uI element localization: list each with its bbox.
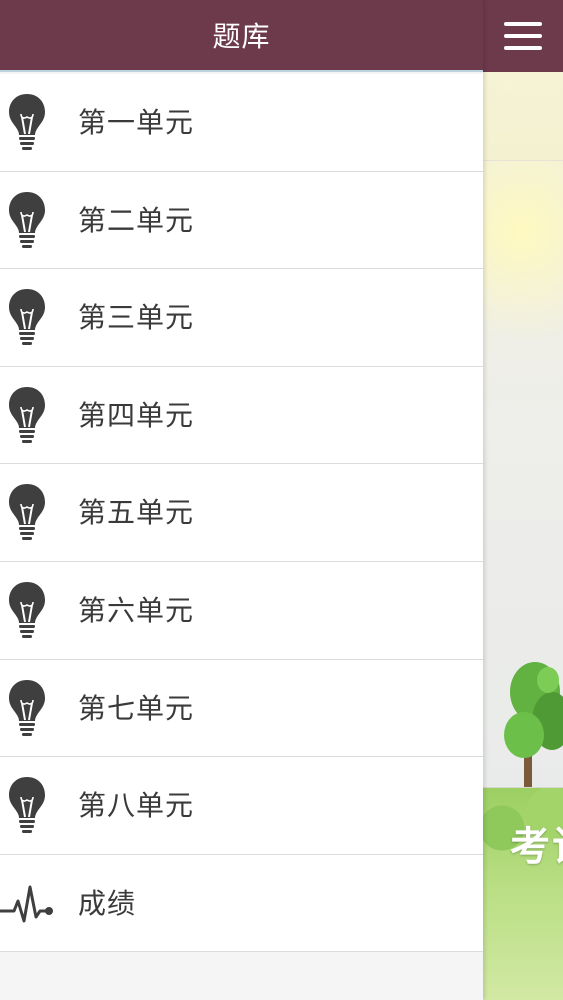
lightbulb-icon <box>6 92 48 152</box>
menu-item-label: 第四单元 <box>78 398 195 432</box>
lightbulb-icon <box>6 678 48 738</box>
menu-item-unit-2[interactable]: 第二单元 <box>0 171 483 270</box>
menu-item-scores[interactable]: 成绩 <box>0 854 483 953</box>
lightbulb-icon <box>6 385 48 445</box>
banner-caption: 考试 <box>510 824 563 870</box>
menu-item-label: 第八单元 <box>78 789 195 823</box>
menu-item-unit-7[interactable]: 第七单元 <box>0 659 483 758</box>
menu-item-unit-3[interactable]: 第三单元 <box>0 269 483 367</box>
lightbulb-icon <box>6 482 48 542</box>
banner-image[interactable]: 考试 <box>482 72 563 1000</box>
lightbulb-icon <box>6 775 48 835</box>
drawer-header: 题库 <box>0 0 483 72</box>
drawer-title: 题库 <box>212 20 271 53</box>
lightbulb-icon <box>6 287 48 347</box>
menu-item-unit-6[interactable]: 第六单元 <box>0 561 483 660</box>
hamburger-icon <box>504 22 542 50</box>
menu-item-unit-5[interactable]: 第五单元 <box>0 464 483 562</box>
menu-item-label: 第一单元 <box>78 106 195 139</box>
menu-item-label: 第二单元 <box>78 203 195 237</box>
menu-item-unit-4[interactable]: 第四单元 <box>0 366 483 465</box>
menu-item-label: 第七单元 <box>78 691 195 725</box>
unit-list: 第一单元 第二单元 第三单元 第四单元 第五单元 第六单元 第七单元 第八单元 … <box>0 74 483 953</box>
menu-button[interactable] <box>483 0 563 72</box>
menu-item-label: 第六单元 <box>78 593 195 627</box>
lightbulb-icon <box>6 190 48 250</box>
menu-item-label: 第五单元 <box>78 496 195 530</box>
lightbulb-icon <box>6 580 48 640</box>
menu-item-label: 成绩 <box>78 886 137 920</box>
navigation-drawer: 题库 第一单元 第二单元 第三单元 第四单元 第五单元 第六单元 第七单元 第八… <box>0 0 483 1000</box>
pulse-icon <box>0 873 56 933</box>
menu-item-unit-8[interactable]: 第八单元 <box>0 757 483 855</box>
menu-item-label: 第三单元 <box>78 301 195 335</box>
menu-item-unit-1[interactable]: 第一单元 <box>0 74 483 172</box>
